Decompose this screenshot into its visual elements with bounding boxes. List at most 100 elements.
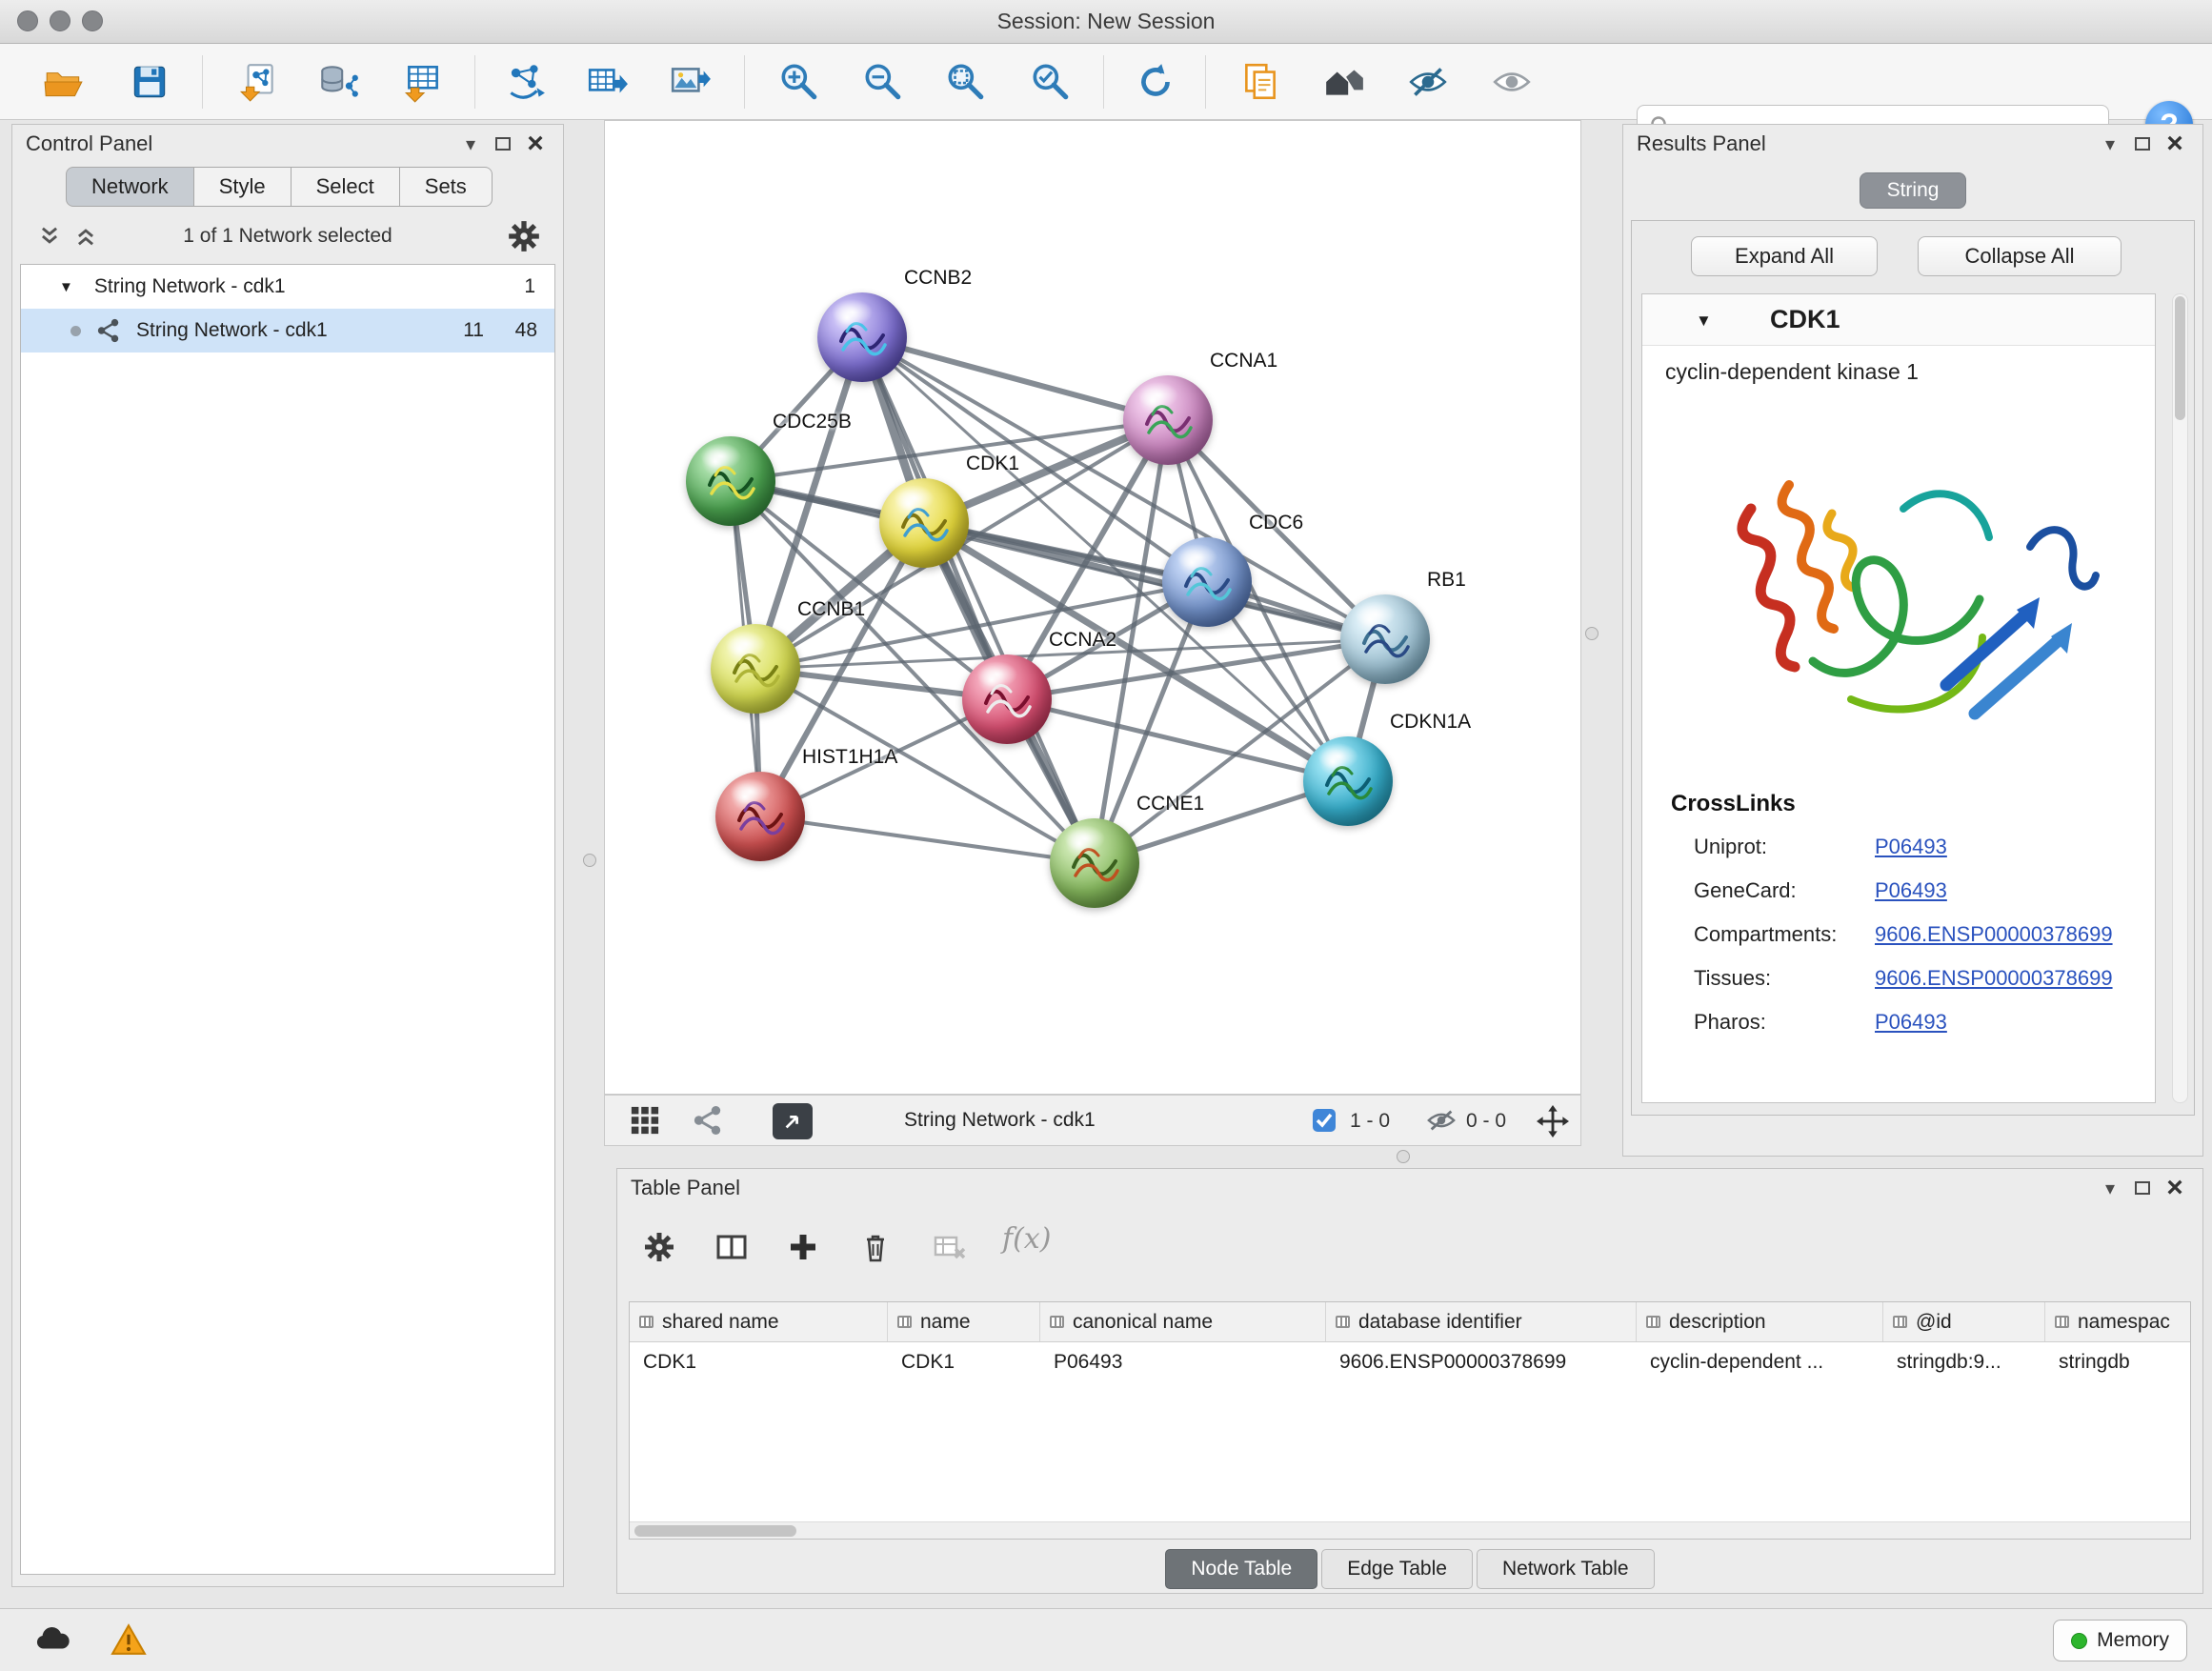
protein-node-ccna1[interactable] (1123, 375, 1213, 465)
protein-node-hist1h1a[interactable] (715, 772, 805, 861)
column-header[interactable]: namespac (2045, 1302, 2191, 1341)
panel-collapse-icon[interactable]: ▾ (2096, 131, 2124, 157)
table-scrollbar-thumb[interactable] (634, 1525, 796, 1537)
crosslink-link[interactable]: P06493 (1875, 878, 1947, 903)
export-image-button[interactable] (665, 56, 714, 108)
tab-edge-table[interactable]: Edge Table (1321, 1549, 1473, 1589)
protein-ribbon-icon (976, 669, 1037, 730)
hide-selected-button[interactable] (1403, 56, 1453, 108)
tab-node-table[interactable]: Node Table (1165, 1549, 1317, 1589)
column-header[interactable]: canonical name (1040, 1302, 1326, 1341)
network-overview-icon[interactable] (693, 1105, 723, 1141)
show-columns-icon[interactable] (714, 1230, 749, 1270)
panel-collapse-icon[interactable]: ▾ (2096, 1175, 2124, 1201)
panel-close-icon[interactable]: × (521, 131, 550, 157)
add-column-icon[interactable] (786, 1230, 820, 1270)
column-header[interactable]: shared name (630, 1302, 888, 1341)
table-horizontal-scrollbar[interactable] (630, 1521, 2190, 1539)
panel-collapse-icon[interactable]: ▾ (456, 131, 485, 157)
tab-select[interactable]: Select (292, 167, 400, 207)
export-image-icon (668, 60, 712, 104)
protein-node-cdc25b[interactable] (686, 436, 775, 526)
export-table-button[interactable] (582, 56, 632, 108)
vertical-splitter-handle[interactable] (583, 854, 596, 867)
zoom-out-button[interactable] (857, 56, 907, 108)
results-scrollbar[interactable] (2172, 293, 2188, 1103)
close-window-icon[interactable] (17, 10, 38, 31)
selected-checkbox-icon[interactable] (1312, 1108, 1337, 1138)
warning-icon[interactable] (111, 1622, 147, 1662)
column-header-label: canonical name (1073, 1311, 1213, 1334)
copy-document-button[interactable] (1236, 56, 1285, 108)
table-row[interactable]: CDK1CDK1P064939606.ENSP00000378699cyclin… (630, 1342, 2190, 1382)
panel-close-icon[interactable]: × (2161, 1175, 2189, 1201)
show-all-button[interactable] (1487, 56, 1537, 108)
crosslink-label: Compartments: (1694, 922, 1875, 947)
protein-node-ccnb2[interactable] (817, 292, 907, 382)
tree-expand-icon[interactable]: ▼ (59, 279, 73, 295)
panel-close-icon[interactable]: × (2161, 131, 2189, 157)
save-session-button[interactable] (125, 56, 174, 108)
collapse-triangle-icon[interactable]: ▼ (1696, 312, 1712, 331)
cloud-icon[interactable] (32, 1622, 72, 1659)
open-session-button[interactable] (39, 56, 89, 108)
table-settings-gear-icon[interactable] (642, 1230, 676, 1270)
zoom-fit-content-button[interactable] (940, 56, 990, 108)
protein-node-cdc6[interactable] (1162, 537, 1252, 627)
import-network-from-database-button[interactable] (313, 56, 363, 108)
column-header[interactable]: @id (1883, 1302, 2045, 1341)
collapse-all-button[interactable]: Collapse All (1918, 236, 2122, 276)
move-crosshair-icon[interactable] (1537, 1105, 1569, 1143)
protein-node-ccne1[interactable] (1050, 818, 1139, 908)
panel-float-icon[interactable] (489, 131, 517, 157)
column-header[interactable]: description (1637, 1302, 1883, 1341)
panel-float-icon[interactable] (2128, 131, 2157, 157)
protein-node-ccna2[interactable] (962, 654, 1052, 744)
crosslink-link[interactable]: 9606.ENSP00000378699 (1875, 922, 2113, 947)
crosslink-link[interactable]: P06493 (1875, 835, 1947, 859)
tree-root-row[interactable]: ▼ String Network - cdk1 1 (21, 265, 554, 309)
gear-icon[interactable] (506, 218, 542, 260)
protein-node-cdk1[interactable] (879, 478, 969, 568)
column-header[interactable]: name (888, 1302, 1040, 1341)
crosslink-link[interactable]: 9606.ENSP00000378699 (1875, 966, 2113, 991)
zoom-window-icon[interactable] (82, 10, 103, 31)
new-network-from-selection-button[interactable] (500, 56, 550, 108)
function-builder-icon[interactable]: f(x) (1002, 1222, 1051, 1256)
hidden-eye-slash-icon[interactable] (1426, 1105, 1457, 1141)
expand-all-button[interactable]: Expand All (1691, 236, 1878, 276)
panel-float-icon[interactable] (2128, 1175, 2157, 1201)
protein-node-ccnb1[interactable] (711, 624, 800, 714)
tab-sets[interactable]: Sets (400, 167, 493, 207)
zoom-selected-button[interactable] (1025, 56, 1075, 108)
memory-button[interactable]: Memory (2053, 1620, 2187, 1661)
column-header-label: shared name (662, 1311, 779, 1334)
gene-card-header[interactable]: ▼ CDK1 (1642, 294, 2155, 346)
tab-style[interactable]: Style (194, 167, 292, 207)
title-bar: Session: New Session (0, 0, 2212, 44)
delete-column-icon[interactable] (858, 1230, 893, 1270)
protein-node-cdkn1a[interactable] (1303, 736, 1393, 826)
starter-panel-button[interactable] (1319, 56, 1369, 108)
vertical-splitter-handle[interactable] (1585, 627, 1599, 640)
export-view-button[interactable] (773, 1103, 813, 1139)
tree-network-row[interactable]: String Network - cdk1 11 48 (21, 309, 554, 352)
tab-network[interactable]: Network (66, 167, 194, 207)
column-header[interactable]: database identifier (1326, 1302, 1637, 1341)
results-scrollbar-thumb[interactable] (2175, 296, 2185, 420)
network-canvas[interactable]: CCNB2CCNA1CDC25BCDK1CDC6RB1CCNB1CCNA2CDK… (604, 120, 1581, 1095)
grid-mode-icon[interactable] (630, 1105, 660, 1141)
node-label-cdkn1a: CDKN1A (1390, 711, 1471, 734)
crosslink-link[interactable]: P06493 (1875, 1010, 1947, 1035)
import-network-from-file-button[interactable] (233, 56, 283, 108)
horizontal-splitter-handle[interactable] (1397, 1150, 1410, 1163)
table-cell: CDK1 (888, 1351, 1040, 1374)
database-icon (316, 60, 360, 104)
tab-network-table[interactable]: Network Table (1477, 1549, 1655, 1589)
tab-string[interactable]: String (1860, 172, 1966, 209)
protein-node-rb1[interactable] (1340, 594, 1430, 684)
apply-preferred-layout-button[interactable] (1131, 56, 1180, 108)
zoom-in-button[interactable] (774, 56, 823, 108)
import-table-from-file-button[interactable] (398, 56, 448, 108)
minimize-window-icon[interactable] (50, 10, 70, 31)
